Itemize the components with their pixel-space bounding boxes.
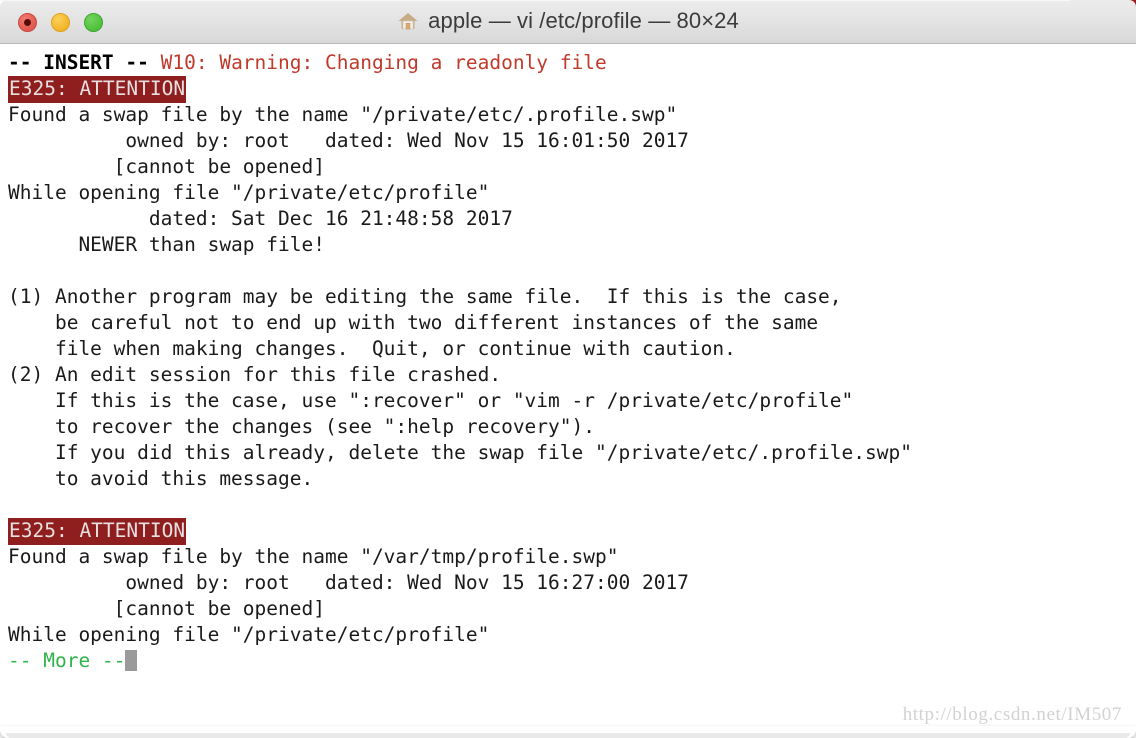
line-attention-1: E325: ATTENTION (0, 76, 1136, 103)
terminal-cursor (125, 650, 138, 671)
terminal-text-segment: (2) An edit session for this file crashe… (8, 363, 502, 386)
line-dated-file-1: dated: Sat Dec 16 21:48:58 2017 (0, 206, 1136, 232)
terminal-text-segment: While opening file "/private/etc/profile… (8, 623, 490, 646)
window-titlebar[interactable]: apple — vi /etc/profile — 80×24 (0, 0, 1136, 44)
terminal-text-segment: Found a swap file by the name "/private/… (8, 103, 678, 126)
line-found-swap-2: Found a swap file by the name "/var/tmp/… (0, 544, 1136, 570)
line-item2-a: (2) An edit session for this file crashe… (0, 362, 1136, 388)
line-item2-c: to recover the changes (see ":help recov… (0, 414, 1136, 440)
home-icon (398, 13, 418, 30)
terminal-text-segment: -- More -- (8, 649, 126, 672)
line-owned-dated-2: owned by: root dated: Wed Nov 15 16:27:0… (0, 570, 1136, 596)
line-item1-c: file when making changes. Quit, or conti… (0, 336, 1136, 362)
terminal-text-segment: to avoid this message. (8, 467, 314, 490)
terminal-text-segment: W10: Warning: Changing a readonly file (160, 51, 607, 74)
terminal-text-segment: [cannot be opened] (8, 597, 325, 620)
maximize-button[interactable] (84, 13, 103, 32)
terminal-text-segment: -- INSERT -- (8, 51, 161, 74)
line-found-swap-1: Found a swap file by the name "/private/… (0, 102, 1136, 128)
line-cannot-open-1: [cannot be opened] (0, 154, 1136, 180)
watermark: http://blog.csdn.net/IM507 (902, 704, 1122, 725)
terminal-text-segment: owned by: root dated: Wed Nov 15 16:27:0… (8, 571, 689, 594)
terminal-text-segment: file when making changes. Quit, or conti… (8, 337, 736, 360)
terminal-text-segment: to recover the changes (see ":help recov… (8, 415, 595, 438)
window-bottom-shade (6, 733, 1130, 738)
line-item1-b: be careful not to end up with two differ… (0, 310, 1136, 336)
close-button[interactable] (18, 13, 37, 32)
terminal-text-segment: While opening file "/private/etc/profile… (8, 181, 490, 204)
terminal-text-segment: be careful not to end up with two differ… (8, 311, 819, 334)
line-attention-2: E325: ATTENTION (0, 518, 1136, 545)
line-more-prompt: -- More -- (0, 648, 1136, 674)
line-blank-2 (0, 492, 1136, 518)
terminal-window: apple — vi /etc/profile — 80×24 -- INSER… (0, 0, 1136, 738)
line-while-opening-1: While opening file "/private/etc/profile… (0, 180, 1136, 206)
terminal-text-segment: E325: ATTENTION (8, 76, 187, 103)
terminal-text-segment: Found a swap file by the name "/var/tmp/… (8, 545, 619, 568)
line-item2-e: to avoid this message. (0, 466, 1136, 492)
terminal-text-segment: If this is the case, use ":recover" or "… (8, 389, 854, 412)
terminal-text-segment: [cannot be opened] (8, 155, 325, 178)
line-while-opening-2: While opening file "/private/etc/profile… (0, 622, 1136, 648)
terminal-text-segment: owned by: root dated: Wed Nov 15 16:01:5… (8, 129, 689, 152)
line-newer-than-swap: NEWER than swap file! (0, 232, 1136, 258)
window-controls (18, 13, 103, 32)
line-item2-b: If this is the case, use ":recover" or "… (0, 388, 1136, 414)
terminal-text-segment: dated: Sat Dec 16 21:48:58 2017 (8, 207, 513, 230)
line-item1-a: (1) Another program may be editing the s… (0, 284, 1136, 310)
line-owned-dated-1: owned by: root dated: Wed Nov 15 16:01:5… (0, 128, 1136, 154)
terminal-text-segment: E325: ATTENTION (8, 518, 187, 545)
minimize-button[interactable] (51, 13, 70, 32)
terminal-text-segment: If you did this already, delete the swap… (8, 441, 912, 464)
line-insert-warning: -- INSERT -- W10: Warning: Changing a re… (0, 50, 1136, 76)
window-title: apple — vi /etc/profile — 80×24 (428, 8, 739, 33)
terminal-text-segment: NEWER than swap file! (8, 233, 325, 256)
line-blank-1 (0, 258, 1136, 284)
line-item2-d: If you did this already, delete the swap… (0, 440, 1136, 466)
terminal-output[interactable]: -- INSERT -- W10: Warning: Changing a re… (0, 44, 1136, 738)
window-title-group: apple — vi /etc/profile — 80×24 (0, 8, 1136, 34)
line-cannot-open-2: [cannot be opened] (0, 596, 1136, 622)
terminal-text-segment: (1) Another program may be editing the s… (8, 285, 842, 308)
